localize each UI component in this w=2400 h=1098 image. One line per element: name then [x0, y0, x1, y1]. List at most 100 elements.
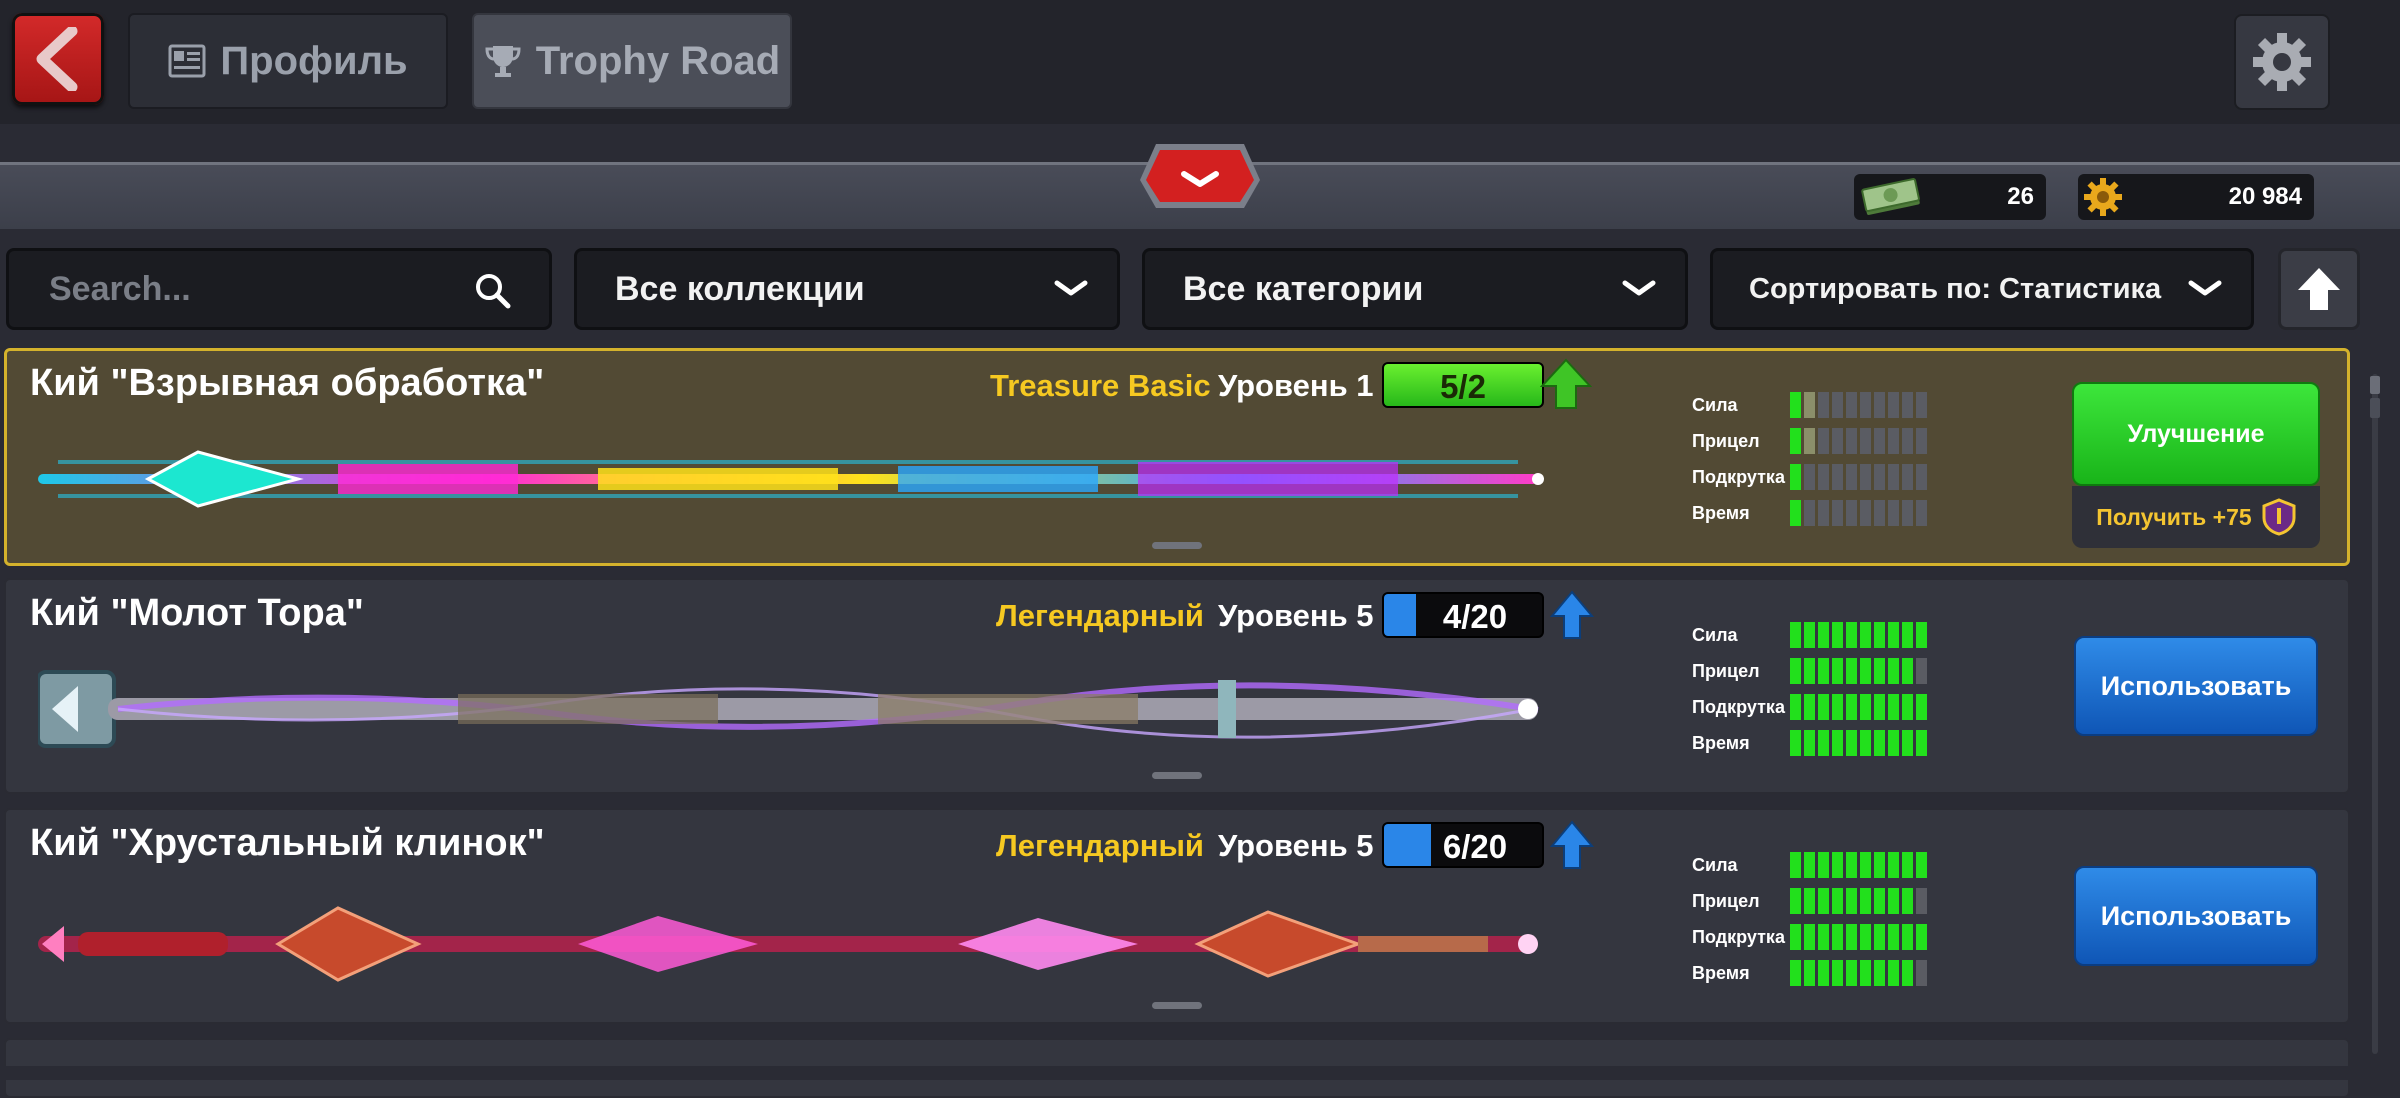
stat-segment [1790, 960, 1801, 986]
stat-segment [1818, 658, 1829, 684]
stat-label: Подкрутка [1692, 697, 1785, 717]
stat-segment [1902, 960, 1913, 986]
settings-button[interactable] [2234, 14, 2330, 110]
stat-bar [1790, 392, 1927, 418]
stat-segment [1804, 428, 1815, 454]
stat-segment [1790, 658, 1801, 684]
stat-bar [1790, 464, 1927, 490]
stat-label: Сила [1692, 625, 1738, 645]
stat-segment [1804, 500, 1815, 526]
stat-segment [1888, 960, 1899, 986]
stat-segment [1874, 960, 1885, 986]
stat-segment [1818, 730, 1829, 756]
stat-segment [1916, 730, 1927, 756]
stat-segment [1916, 500, 1927, 526]
stat-bar [1790, 428, 1927, 454]
stat-segment [1860, 730, 1871, 756]
use-button[interactable]: Использовать [2074, 866, 2318, 966]
sort-dropdown-label: Сортировать по: Статистика [1749, 272, 2162, 305]
stat-segment [1860, 428, 1871, 454]
stat-bar [1790, 730, 1927, 756]
cue-level: Уровень 1 [1218, 368, 1374, 403]
chevron-down-icon [1140, 144, 1260, 208]
stat-segment [1846, 428, 1857, 454]
stat-segment [1832, 428, 1843, 454]
stat-segment [1888, 658, 1899, 684]
stat-segment [1790, 500, 1801, 526]
cue-image-crystal-blade [38, 906, 1538, 982]
search-box[interactable] [6, 248, 552, 330]
stat-label: Сила [1692, 855, 1738, 875]
stat-segment [1916, 960, 1927, 986]
stat-bar [1790, 960, 1927, 986]
progress-text: 6/20 [1442, 828, 1508, 865]
chevron-down-icon [2188, 280, 2222, 296]
cash-icon [1861, 178, 1920, 215]
stat-segment [1804, 888, 1815, 914]
stat-segment [1902, 852, 1913, 878]
sort-direction-button[interactable] [2278, 248, 2360, 330]
categories-dropdown[interactable]: Все категории [1142, 248, 1688, 330]
scrollbar[interactable] [2368, 374, 2382, 1054]
tab-profile[interactable]: Профиль [128, 13, 448, 109]
cue-image-explosive [38, 450, 1544, 508]
stat-segment [1916, 428, 1927, 454]
stat-segment [1860, 500, 1871, 526]
upgrade-button[interactable]: Улучшение [2072, 382, 2320, 486]
stat-segment [1902, 730, 1913, 756]
stat-segment [1832, 960, 1843, 986]
stat-segment [1874, 500, 1885, 526]
progress-text: 4/20 [1442, 598, 1508, 635]
stat-segment [1818, 428, 1829, 454]
stat-label: Время [1692, 503, 1750, 523]
stat-segment [1804, 924, 1815, 950]
expand-handle[interactable] [1152, 772, 1202, 779]
cash-value: 26 [2007, 183, 2034, 210]
cue-rarity: Treasure Basic [990, 368, 1211, 403]
stat-segment [1902, 658, 1913, 684]
search-input[interactable] [47, 268, 471, 310]
stat-segment [1846, 500, 1857, 526]
use-button[interactable]: Использовать [2074, 636, 2318, 736]
cash-counter[interactable]: 26 [1854, 174, 2046, 220]
stat-segment [1860, 622, 1871, 648]
stat-label: Прицел [1692, 661, 1760, 681]
tab-profile-label: Профиль [220, 38, 408, 83]
tab-trophy-road[interactable]: Trophy Road [472, 13, 792, 109]
stat-label: Время [1692, 733, 1750, 753]
stat-segment [1790, 464, 1801, 490]
expand-handle[interactable] [1152, 542, 1202, 549]
back-button[interactable] [12, 13, 104, 105]
stat-segment [1818, 500, 1829, 526]
upgrade-progress-bar: 5/2 [1382, 362, 1544, 408]
stat-segment [1846, 392, 1857, 418]
stat-segment [1832, 694, 1843, 720]
search-icon[interactable] [473, 271, 513, 311]
stat-segment [1916, 852, 1927, 878]
stat-segment [1860, 658, 1871, 684]
stat-segment [1832, 888, 1843, 914]
upgrade-progress-bar: 6/20 [1382, 822, 1544, 868]
stat-segment [1888, 622, 1899, 648]
stat-label: Прицел [1692, 891, 1760, 911]
stat-label: Время [1692, 963, 1750, 983]
list-clip [0, 1066, 2400, 1080]
stat-segment [1888, 888, 1899, 914]
expand-handle[interactable] [1152, 1002, 1202, 1009]
stat-segment [1916, 464, 1927, 490]
stat-bar [1790, 888, 1927, 914]
collapse-button[interactable] [1138, 140, 1262, 212]
stat-segment [1790, 924, 1801, 950]
tab-trophy-label: Trophy Road [535, 38, 781, 83]
stat-segment [1832, 658, 1843, 684]
stat-segment [1874, 730, 1885, 756]
get-reward-button[interactable]: Получить +75 [2072, 486, 2320, 548]
sort-dropdown[interactable]: Сортировать по: Статистика [1710, 248, 2254, 330]
stat-segment [1804, 694, 1815, 720]
stat-segment [1888, 428, 1899, 454]
cue-name: Кий "Хрустальный клинок" [30, 822, 545, 864]
cue-image-thor-hammer [38, 670, 1539, 748]
coins-counter[interactable]: 20 984 [2078, 174, 2314, 220]
coin-icon [2084, 178, 2122, 216]
collections-dropdown[interactable]: Все коллекции [574, 248, 1120, 330]
